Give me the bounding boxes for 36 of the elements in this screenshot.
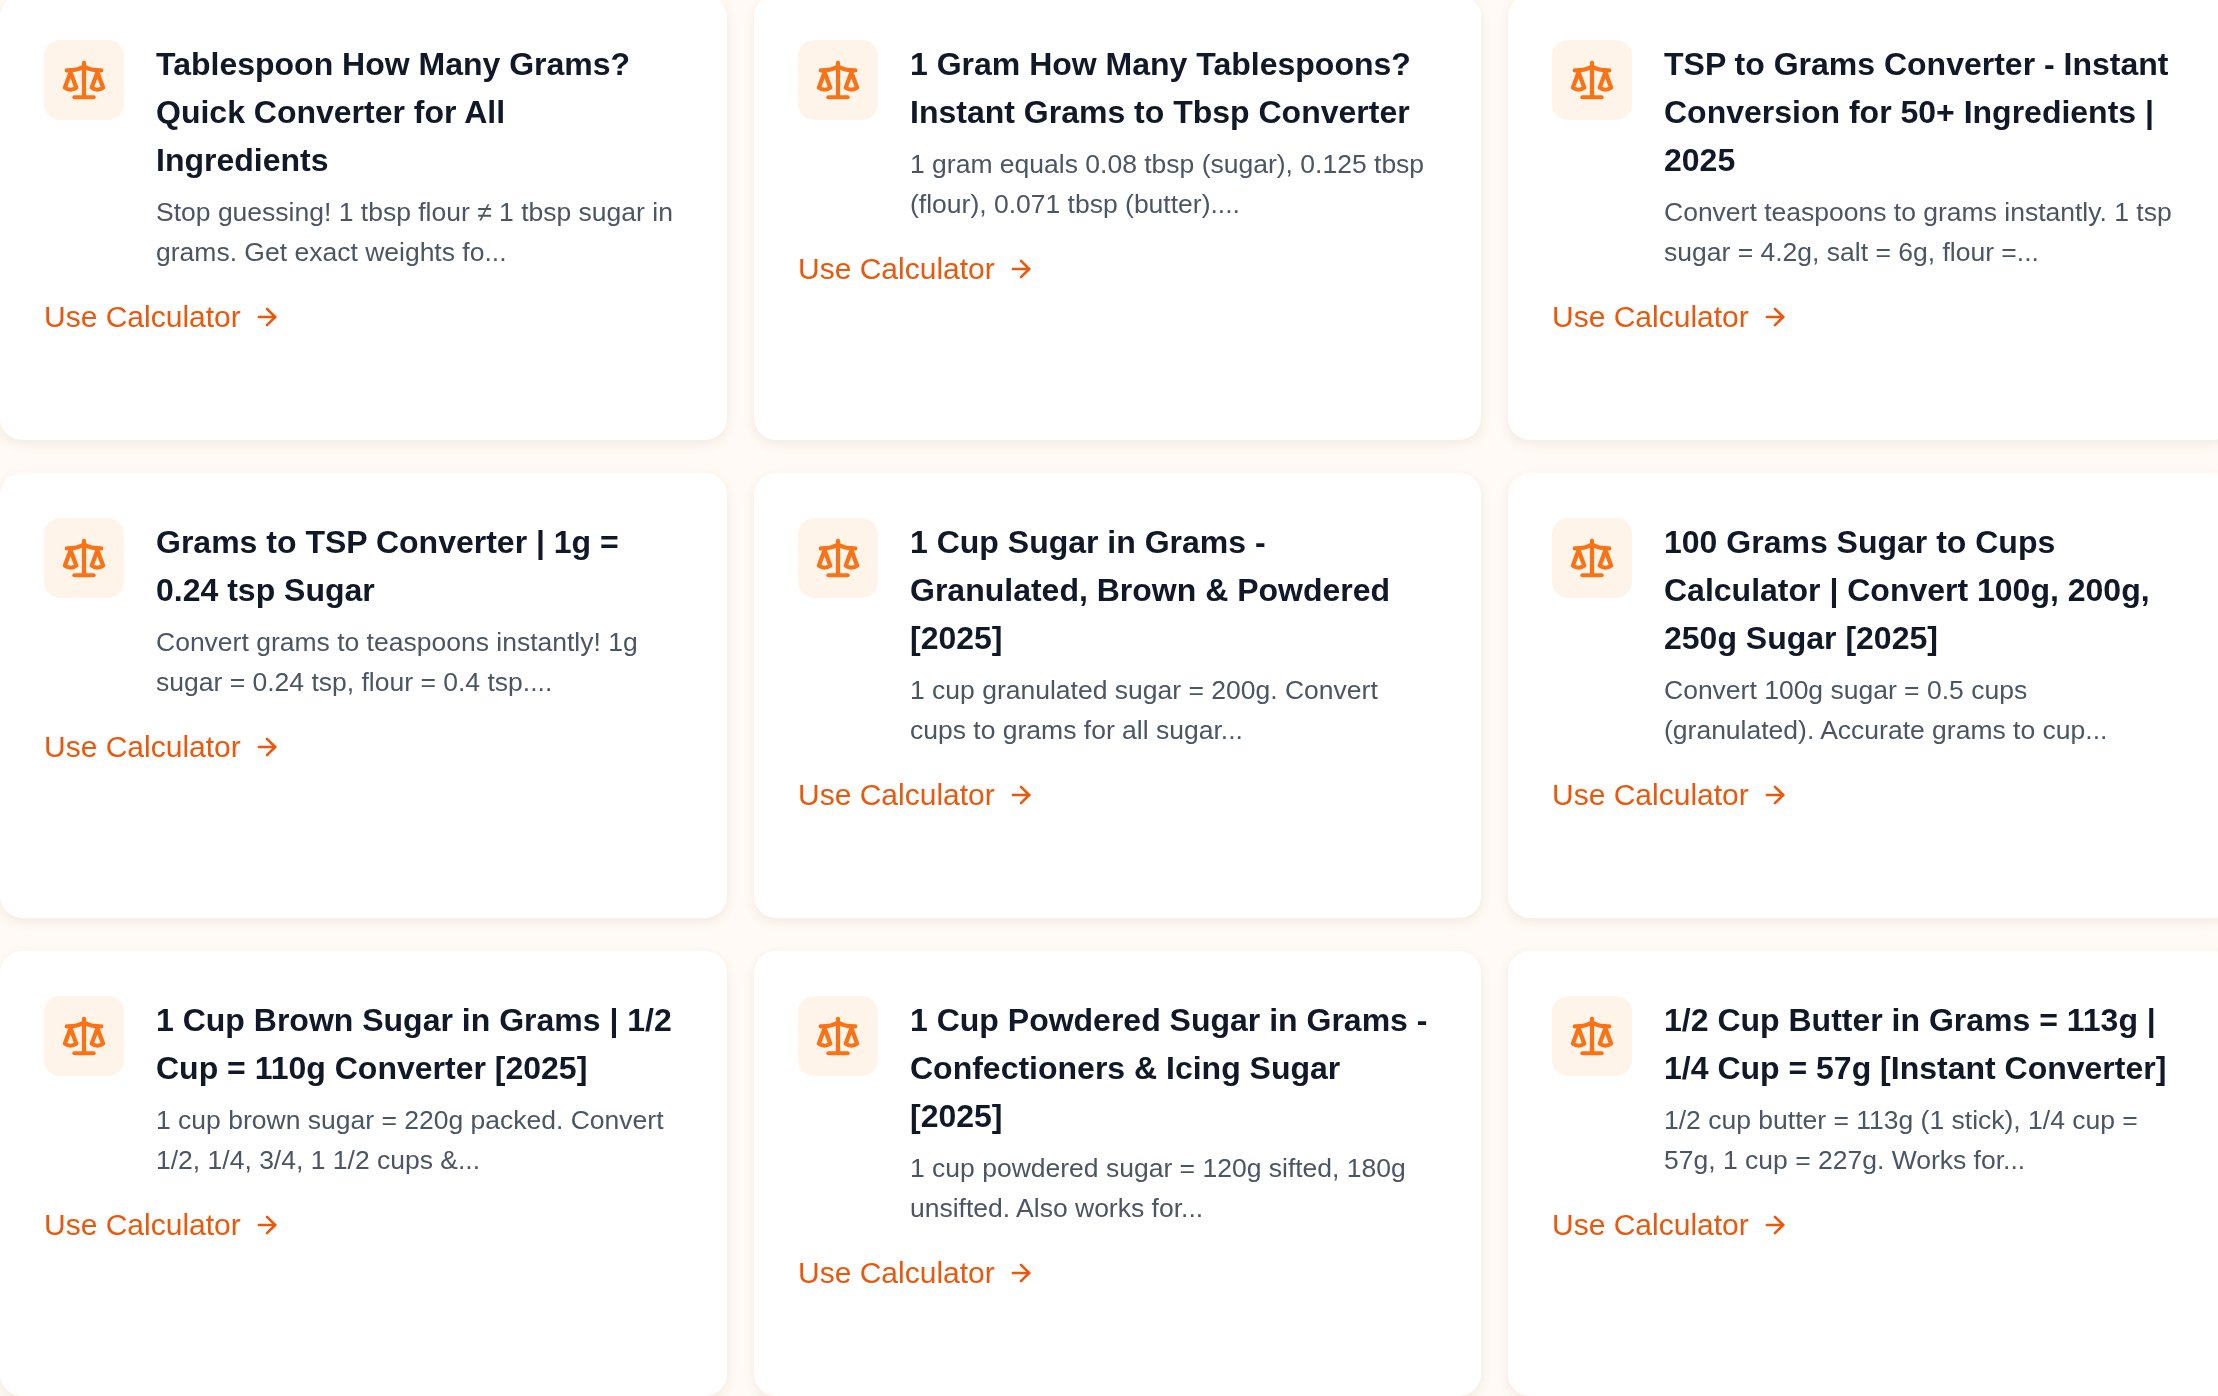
card-title: Grams to TSP Converter | 1g = 0.24 tsp Sugar: [156, 523, 620, 610]
card-title: 1 Cup Powdered Sugar in Grams - Confectioners & Icing Sugar [2025]: [910, 1001, 1429, 1136]
use-calculator-link[interactable]: Use Calculator: [798, 1256, 1035, 1290]
card-title: 1 Gram How Many Tablespoons? Instant Grams to Tbsp Converter: [910, 45, 1412, 132]
card-description: 1 cup granulated sugar = 200g. Convert cups to grams for all sugar...: [910, 674, 1379, 747]
card-description: Convert grams to teaspoons instantly! 1g sugar = 0.24 tsp, flour = 0.4 tsp....: [156, 626, 639, 699]
scale-icon: [798, 996, 878, 1076]
card-description: 1 cup brown sugar = 220g packed. Convert 1/2, 1/4, 3/4, 1 1/2 cups &...: [156, 1104, 665, 1177]
scale-icon: [44, 996, 124, 1076]
card-title: 1 Cup Brown Sugar in Grams | 1/2 Cup = 110g Converter [2025]: [156, 1001, 673, 1088]
card-title: 1 Cup Sugar in Grams - Granulated, Brown & Powdered [2025]: [910, 523, 1392, 658]
scale-icon: [44, 518, 124, 598]
use-calculator-link[interactable]: Use Calculator: [798, 778, 1035, 812]
use-calculator-link[interactable]: Use Calculator: [44, 300, 281, 334]
card-description: 1 cup powdered sugar = 120g sifted, 180g unsifted. Also works for...: [910, 1152, 1407, 1225]
scale-icon: [798, 518, 878, 598]
card-description: 1/2 cup butter = 113g (1 stick), 1/4 cup = 57g, 1 cup = 227g. Works for...: [1664, 1104, 2139, 1177]
card-title: TSP to Grams Converter - Instant Conversion for 50+ Ingredients | 2025: [1664, 45, 2170, 180]
use-calculator-link[interactable]: Use Calculator: [1552, 778, 1789, 812]
card-description: Convert 100g sugar = 0.5 cups (granulated). Accurate grams to cup...: [1664, 674, 2109, 747]
scale-icon: [1552, 996, 1632, 1076]
scale-icon: [1552, 518, 1632, 598]
card-title: 1/2 Cup Butter in Grams = 113g | 1/4 Cup = 57g [Instant Converter]: [1664, 1001, 2168, 1088]
use-calculator-link[interactable]: Use Calculator: [1552, 300, 1789, 334]
card-description: Stop guessing! 1 tbsp flour ≠ 1 tbsp sugar in grams. Get exact weights fo...: [156, 196, 674, 269]
scale-icon: [1552, 40, 1632, 120]
scale-icon: [44, 40, 124, 120]
use-calculator-link[interactable]: Use Calculator: [44, 1208, 281, 1242]
card-title: Tablespoon How Many Grams? Quick Converter for All Ingredients: [156, 45, 632, 180]
card-title: 100 Grams Sugar to Cups Calculator | Convert 100g, 200g, 250g Sugar [2025]: [1664, 523, 2151, 658]
card-description: Convert teaspoons to grams instantly. 1 tsp sugar = 4.2g, salt = 6g, flour =...: [1664, 196, 2173, 269]
use-calculator-link[interactable]: Use Calculator: [44, 730, 281, 764]
use-calculator-link[interactable]: Use Calculator: [1552, 1208, 1789, 1242]
use-calculator-link[interactable]: Use Calculator: [798, 252, 1035, 286]
scale-icon: [798, 40, 878, 120]
card-description: 1 gram equals 0.08 tbsp (sugar), 0.125 tbsp (flour), 0.071 tbsp (butter)....: [910, 148, 1426, 221]
